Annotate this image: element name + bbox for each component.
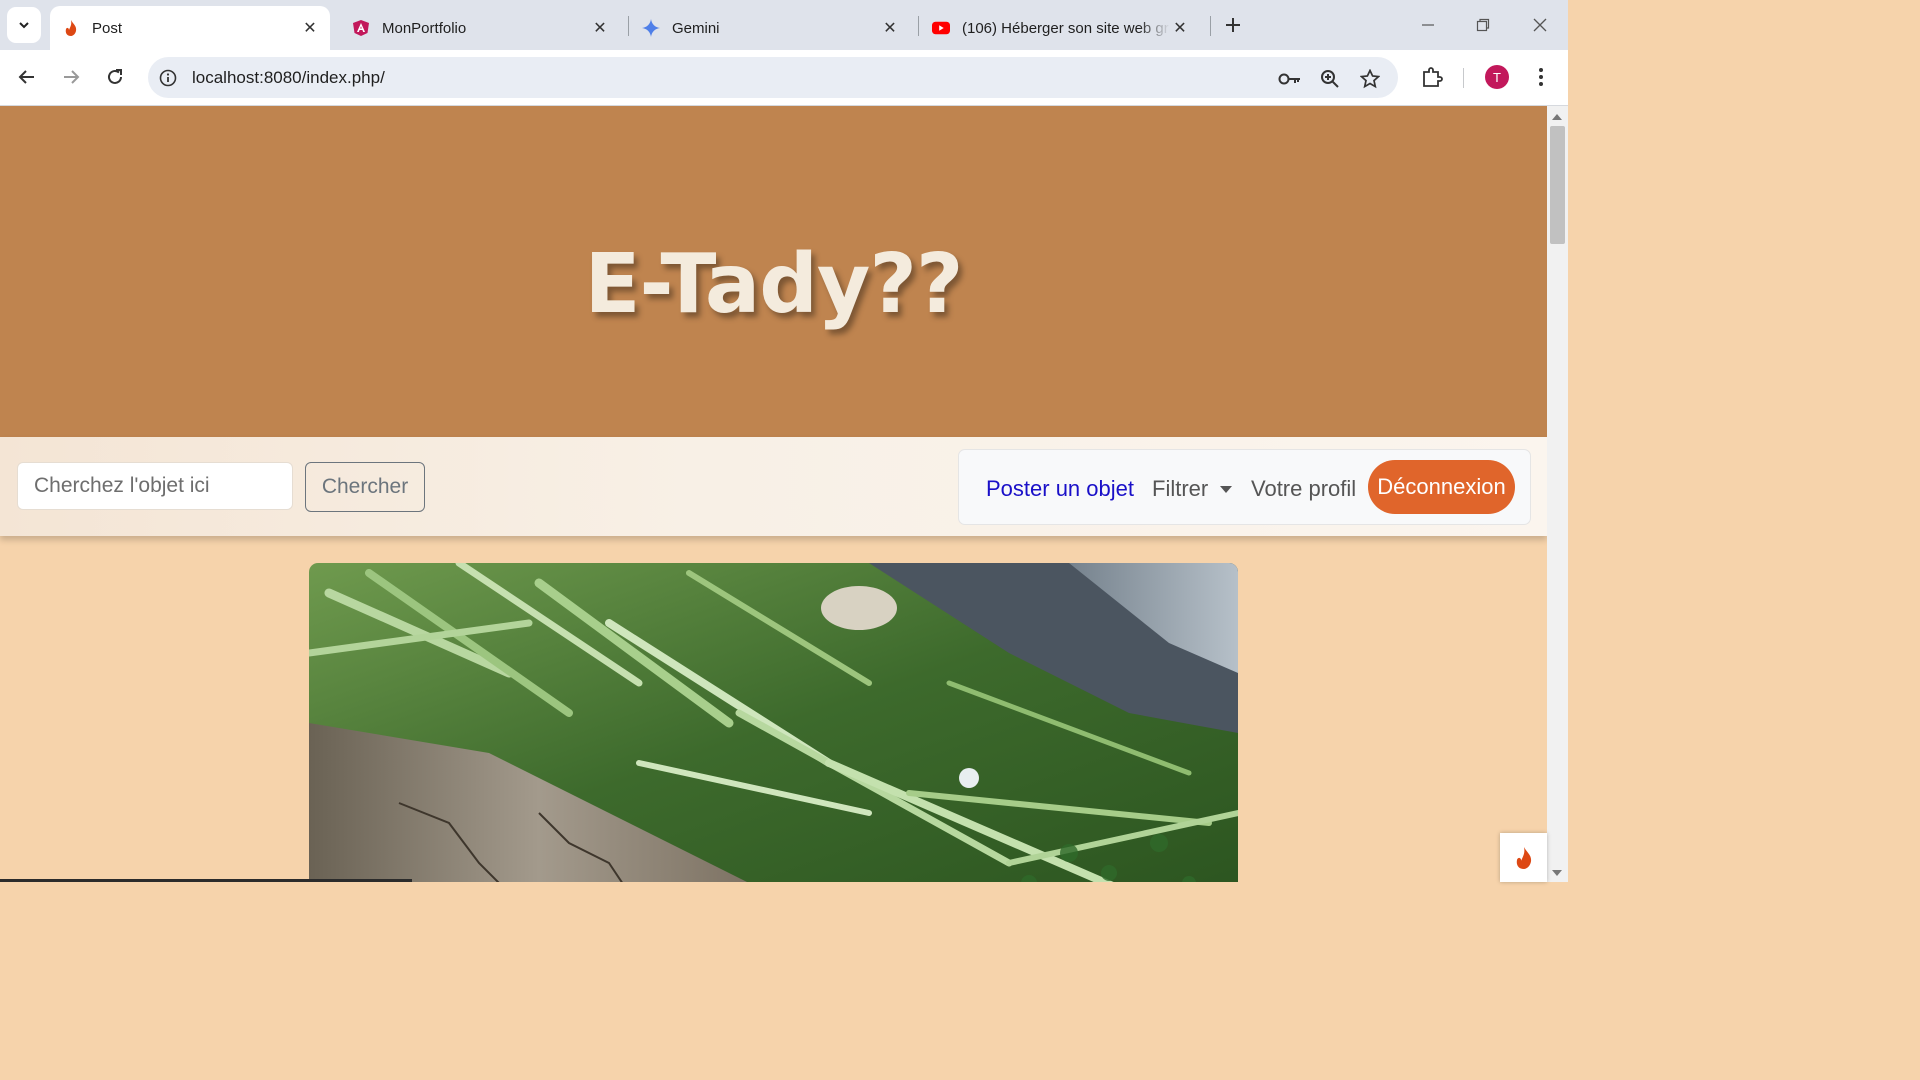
filter-dropdown[interactable]: Filtrer	[1152, 476, 1233, 502]
forward-button[interactable]	[56, 62, 86, 92]
tab-title: Post	[92, 19, 123, 37]
zoom-icon[interactable]	[1318, 67, 1342, 91]
close-window-button[interactable]	[1525, 10, 1555, 40]
filter-label: Filtrer	[1152, 476, 1209, 501]
more-vertical-icon	[1539, 68, 1543, 86]
key-icon[interactable]	[1278, 67, 1302, 91]
navbar: Chercher Poster un objet Filtrer Votre p…	[0, 437, 1547, 536]
tab-post[interactable]: Post ✕	[50, 6, 330, 50]
close-icon[interactable]: ✕	[300, 18, 320, 38]
toolbar-separator	[1463, 68, 1464, 88]
horizontal-scroll-indicator	[0, 879, 412, 882]
site-info-icon[interactable]	[158, 68, 178, 88]
puzzle-icon	[1423, 67, 1443, 87]
tab-title: MonPortfolio	[382, 19, 467, 37]
nav-links: Poster un objet Filtrer Votre profil Déc…	[958, 449, 1531, 525]
tab-title: Gemini	[672, 19, 720, 37]
avatar: T	[1485, 65, 1509, 89]
new-tab-button[interactable]	[1220, 12, 1246, 38]
tab-bar: Post ✕ MonPortfolio ✕ Gemini ✕ (106) Héb…	[0, 0, 1568, 50]
arrow-right-icon	[64, 70, 80, 84]
chevron-down-icon	[19, 22, 29, 29]
profile-link[interactable]: Votre profil	[1251, 476, 1356, 502]
address-bar[interactable]: localhost:8080/index.php/	[148, 57, 1398, 98]
scroll-up-arrow-icon[interactable]	[1552, 114, 1562, 120]
plus-icon	[1226, 18, 1240, 32]
arrow-left-icon	[18, 70, 34, 84]
reload-icon	[108, 69, 122, 84]
close-icon[interactable]: ✕	[590, 18, 610, 38]
scroll-thumb[interactable]	[1550, 126, 1565, 244]
extensions-button[interactable]	[1418, 63, 1446, 91]
tab-separator	[918, 16, 919, 36]
gemini-sparkle-icon	[642, 19, 660, 37]
profile-button[interactable]: T	[1483, 63, 1511, 91]
tab-gemini[interactable]: Gemini ✕	[630, 6, 910, 50]
plant-photo-image	[309, 563, 1238, 882]
scroll-down-arrow-icon[interactable]	[1552, 870, 1562, 876]
debug-toolbar-toggle[interactable]	[1500, 833, 1547, 882]
close-icon	[1533, 18, 1547, 32]
reload-button[interactable]	[100, 62, 130, 92]
back-button[interactable]	[12, 62, 42, 92]
tab-separator	[628, 16, 629, 36]
close-icon[interactable]: ✕	[880, 18, 900, 38]
search-input[interactable]	[17, 462, 293, 510]
object-photo[interactable]	[309, 563, 1238, 882]
minimize-icon	[1422, 24, 1434, 26]
youtube-icon	[932, 19, 950, 37]
logout-button[interactable]: Déconnexion	[1368, 460, 1515, 514]
page-content: E-Tady?? Chercher Poster un objet Filtre…	[0, 106, 1547, 882]
site-title: E-Tady??	[584, 237, 964, 332]
post-object-link[interactable]: Poster un objet	[986, 476, 1134, 502]
search-button[interactable]: Chercher	[305, 462, 425, 512]
close-icon[interactable]: ✕	[1170, 18, 1190, 38]
tab-title: (106) Héberger son site web gra	[962, 19, 1170, 37]
minimize-button[interactable]	[1413, 10, 1443, 40]
hero-banner: E-Tady??	[0, 106, 1547, 437]
restore-button[interactable]	[1468, 10, 1498, 40]
bookmark-star-icon[interactable]	[1358, 67, 1382, 91]
tab-youtube[interactable]: (106) Héberger son site web gra ✕	[920, 6, 1200, 50]
codeigniter-flame-icon	[62, 19, 80, 37]
tab-search-button[interactable]	[7, 7, 41, 43]
url-text: localhost:8080/index.php/	[192, 67, 385, 87]
restore-icon	[1476, 18, 1490, 32]
browser-toolbar: localhost:8080/index.php/ T	[0, 50, 1568, 106]
angular-icon	[352, 19, 370, 37]
browser-menu-button[interactable]	[1527, 63, 1555, 91]
page-scrollbar[interactable]	[1547, 106, 1568, 882]
codeigniter-flame-icon	[1516, 846, 1531, 869]
tab-monportfolio[interactable]: MonPortfolio ✕	[340, 6, 620, 50]
tab-separator	[1210, 16, 1211, 36]
caret-down-icon	[1220, 485, 1233, 493]
